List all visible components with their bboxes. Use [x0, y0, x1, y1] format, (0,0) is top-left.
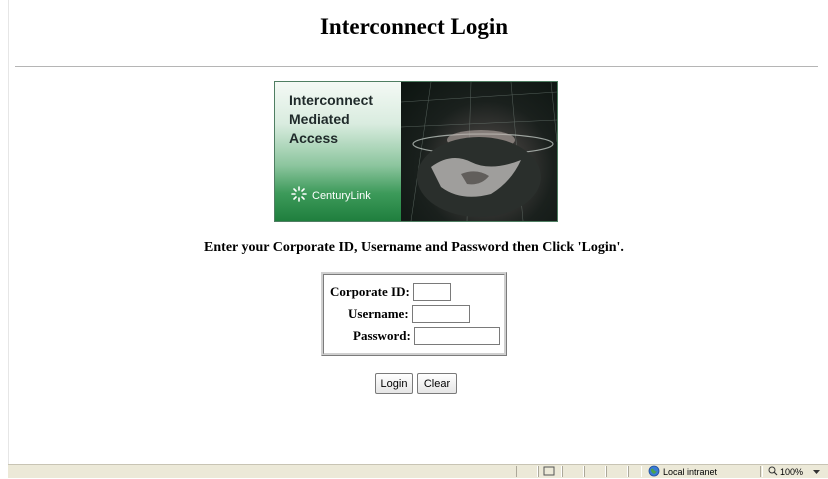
clear-button[interactable]: Clear [417, 373, 457, 394]
status-cell [584, 466, 606, 477]
password-row: Password: [353, 326, 500, 346]
banner-image: Interconnect Mediated Access CenturyLink [274, 81, 558, 222]
page-title: Interconnect Login [319, 14, 509, 39]
horizontal-rule [15, 66, 818, 67]
username-row: Username: [348, 304, 470, 324]
username-label: Username: [348, 306, 409, 321]
corporate-id-input[interactable] [412, 283, 451, 301]
corporate-id-label: Corporate ID: [330, 284, 410, 299]
instruction-text: Enter your Corporate ID, Username and Pa… [204, 240, 624, 255]
status-cell [516, 466, 538, 477]
password-label: Password: [353, 328, 411, 343]
banner-gradient-panel: Interconnect Mediated Access CenturyLink [275, 82, 401, 221]
security-zone[interactable]: Local intranet [648, 465, 717, 478]
status-cell [538, 466, 562, 477]
centurylink-logo: CenturyLink [290, 185, 371, 208]
status-cell [628, 466, 642, 477]
centurylink-logo-icon [290, 185, 308, 208]
zoom-control[interactable]: 100% [768, 465, 821, 478]
banner-line-3: Access [289, 130, 339, 146]
zoom-level: 100% [780, 466, 804, 477]
magnifier-icon [768, 466, 778, 478]
status-cell [562, 466, 584, 477]
login-button[interactable]: Login [375, 373, 413, 394]
window-frame [0, 0, 9, 477]
banner-line-2: Mediated [289, 111, 350, 127]
logo-text: CenturyLink [312, 190, 371, 202]
status-cell [606, 466, 628, 477]
banner-heading: Interconnect Mediated Access [289, 91, 399, 148]
username-input[interactable] [411, 305, 470, 323]
login-form: Corporate ID: Username: Password: [321, 272, 507, 356]
status-divider [760, 466, 763, 477]
globe-icon [648, 465, 660, 479]
zone-label: Local intranet [663, 466, 718, 477]
banner-line-1: Interconnect [289, 92, 374, 108]
chevron-down-icon[interactable] [813, 467, 821, 477]
password-input[interactable] [413, 327, 500, 345]
corporate-id-row: Corporate ID: [330, 282, 451, 302]
globe-artwork [401, 82, 557, 221]
status-bar: Local intranet 100% [8, 464, 828, 478]
